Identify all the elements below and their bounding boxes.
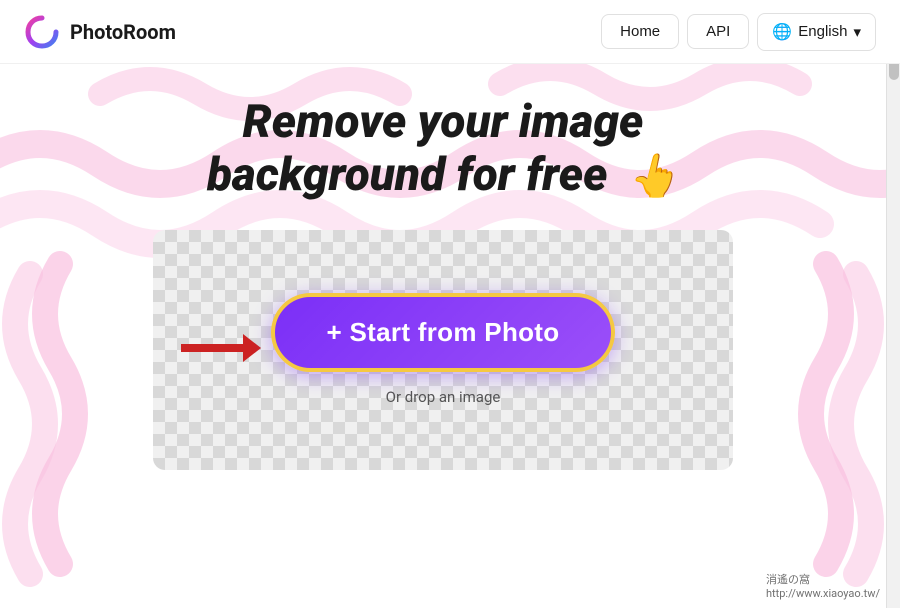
api-button[interactable]: API	[687, 14, 749, 49]
drop-text: Or drop an image	[386, 388, 501, 406]
title-line1: Remove your image	[243, 95, 644, 149]
watermark-line1: 消遙の窩	[766, 571, 880, 587]
title-line2: background for free	[207, 148, 607, 202]
main-title: Remove your image background for free 👆	[207, 96, 679, 202]
language-label: English	[798, 23, 847, 40]
start-from-photo-button[interactable]: + Start from Photo	[271, 293, 616, 372]
photoroom-logo-icon	[24, 14, 60, 50]
home-button[interactable]: Home	[601, 14, 679, 49]
hand-pointing-icon: 👆	[627, 153, 679, 201]
main-content: Remove your image background for free 👆 …	[0, 64, 886, 608]
title-area: Remove your image background for free 👆	[207, 96, 679, 202]
watermark-line2: http://www.xiaoyao.tw/	[766, 587, 880, 600]
logo-area: PhotoRoom	[24, 14, 176, 50]
watermark: 消遙の窩 http://www.xiaoyao.tw/	[766, 571, 880, 600]
drop-zone[interactable]: + Start from Photo Or drop an image	[153, 230, 733, 470]
upload-button-label: + Start from Photo	[327, 317, 560, 348]
nav-area: Home API 🌐 English ▾	[601, 13, 876, 51]
language-selector[interactable]: 🌐 English ▾	[757, 13, 876, 51]
chevron-down-icon: ▾	[853, 23, 861, 41]
header: PhotoRoom Home API 🌐 English ▾	[0, 0, 900, 64]
scrollbar[interactable]	[886, 0, 900, 608]
translate-icon: 🌐	[772, 22, 792, 42]
logo-text: PhotoRoom	[70, 20, 176, 44]
arrow-indicator	[181, 330, 261, 370]
